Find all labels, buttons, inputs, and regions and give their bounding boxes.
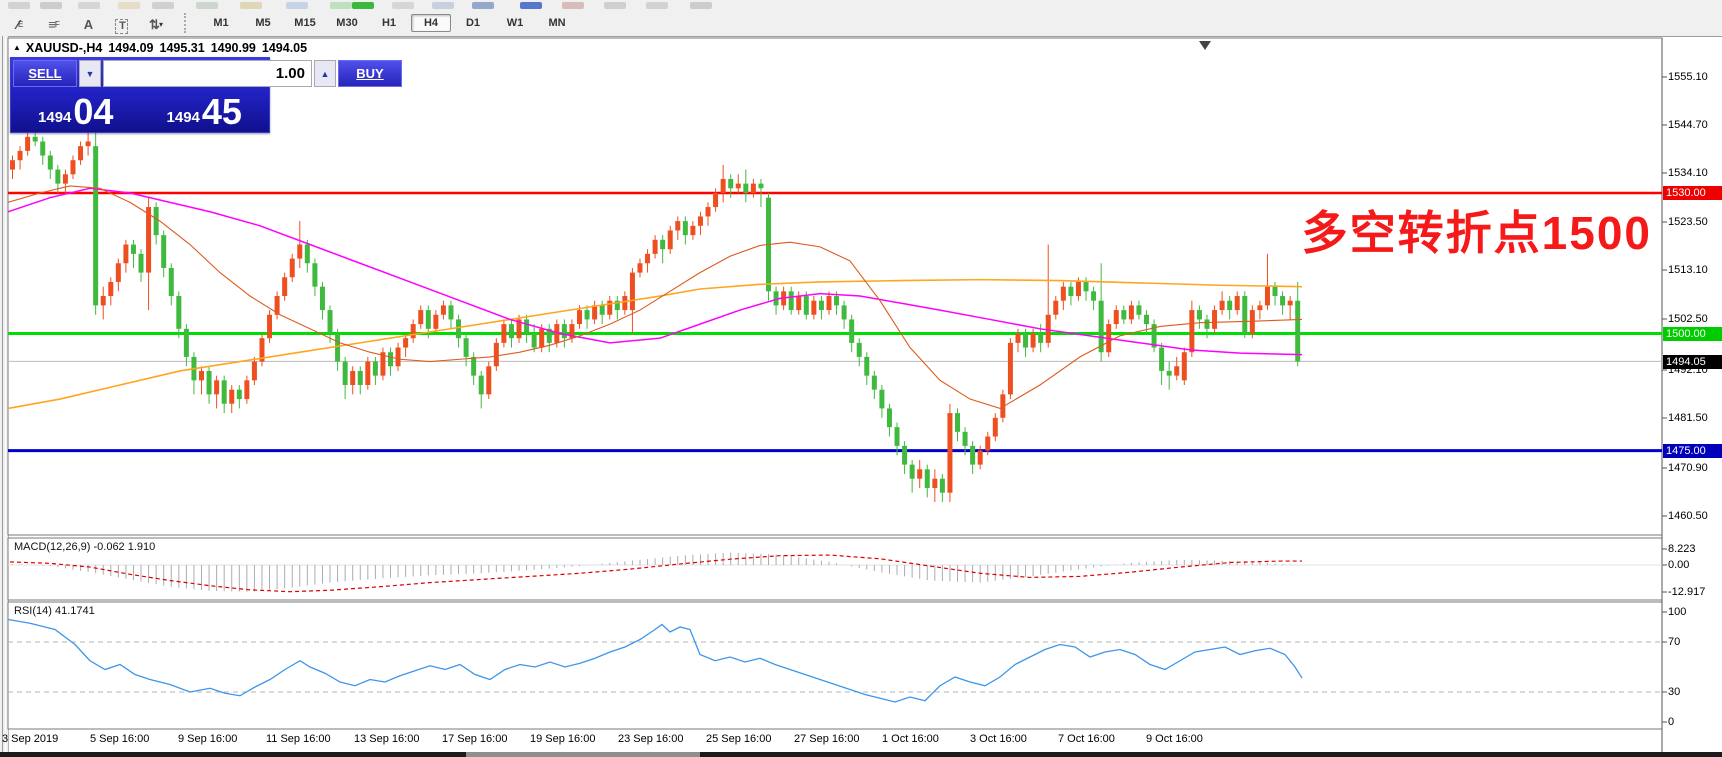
buy-button[interactable]: BUY: [338, 60, 402, 87]
scrollbar-segment: [0, 752, 466, 757]
time-label: 27 Sep 16:00: [794, 733, 859, 745]
quote-line: ▲ XAUUSD-,H4 1494.09 1495.31 1490.99 1494.05: [13, 41, 313, 55]
axis-label-1460.50: 1460.50: [1668, 510, 1708, 522]
axis-label-8.223: 8.223: [1668, 543, 1696, 555]
rsi-indicator-label: RSI(14) 41.1741: [14, 605, 95, 617]
scrollbar-segment: [466, 752, 700, 757]
sell-price-base: 1494: [38, 110, 71, 125]
axis-label-0: 0: [1668, 716, 1674, 728]
time-label: 13 Sep 16:00: [354, 733, 419, 745]
buy-price[interactable]: 1494 45: [142, 88, 268, 130]
axis-label-1544.70: 1544.70: [1668, 119, 1708, 131]
axis-label-1513.10: 1513.10: [1668, 264, 1708, 276]
horizontal-scrollbar[interactable]: [0, 752, 1722, 757]
time-label: 25 Sep 16:00: [706, 733, 771, 745]
symbol-timeframe: XAUUSD-,H4: [26, 41, 102, 55]
sell-price-pips: 04: [73, 97, 113, 127]
volume-input[interactable]: [103, 60, 312, 87]
sell-price[interactable]: 1494 04: [13, 88, 139, 130]
time-label: 3 Oct 16:00: [970, 733, 1027, 745]
time-label: 3 Sep 2019: [2, 733, 58, 745]
price-badge-1494.05: 1494.05: [1663, 355, 1722, 369]
axis-label-1523.50: 1523.50: [1668, 216, 1708, 228]
scrollbar-segment: [700, 752, 1722, 757]
quote-close: 1494.05: [262, 41, 307, 55]
quote-open: 1494.09: [108, 41, 153, 55]
one-click-trading-panel: SELL ▼ ▲ BUY 1494 04 1494 45: [10, 57, 270, 133]
quote-low: 1490.99: [211, 41, 256, 55]
time-label: 17 Sep 16:00: [442, 733, 507, 745]
time-label: 9 Sep 16:00: [178, 733, 237, 745]
axis-label-1555.10: 1555.10: [1668, 71, 1708, 83]
axis-label-100: 100: [1668, 606, 1686, 618]
axis-label-1502.50: 1502.50: [1668, 313, 1708, 325]
time-label: 7 Oct 16:00: [1058, 733, 1115, 745]
buy-price-base: 1494: [167, 110, 200, 125]
time-label: 9 Oct 16:00: [1146, 733, 1203, 745]
volume-increase-button[interactable]: ▲: [314, 60, 336, 87]
axis-label-30: 30: [1668, 686, 1680, 698]
rsi-pane-border: [8, 602, 1662, 729]
time-label: 5 Sep 16:00: [90, 733, 149, 745]
buy-price-pips: 45: [202, 97, 242, 127]
price-badge-1530.00: 1530.00: [1663, 186, 1722, 200]
axis-label-1534.10: 1534.10: [1668, 167, 1708, 179]
chart-annotation-text: 多空转折点1500: [1302, 197, 1652, 263]
quote-high: 1495.31: [160, 41, 205, 55]
price-badge-1500.00: 1500.00: [1663, 327, 1722, 341]
volume-decrease-button[interactable]: ▼: [79, 60, 101, 87]
axis-label-1470.90: 1470.90: [1668, 462, 1708, 474]
axis-label-70: 70: [1668, 636, 1680, 648]
time-label: 11 Sep 16:00: [266, 733, 331, 745]
axis-label--12.917: -12.917: [1668, 586, 1705, 598]
mt4-window: ∕∕E≡FAT⇅▾ M1M5M15M30H1H4D1W1MN ▲XAUUSD-,…: [0, 0, 1722, 757]
price-badge-1475.00: 1475.00: [1663, 444, 1722, 458]
time-label: 1 Oct 16:00: [882, 733, 939, 745]
macd-indicator-label: MACD(12,26,9) -0.062 1.910: [14, 541, 155, 553]
time-label: 19 Sep 16:00: [530, 733, 595, 745]
axis-label-0.00: 0.00: [1668, 559, 1689, 571]
time-label: 23 Sep 16:00: [618, 733, 683, 745]
panel-collapse-icon[interactable]: ▲: [13, 43, 21, 52]
sell-button[interactable]: SELL: [13, 60, 77, 87]
axis-label-1481.50: 1481.50: [1668, 412, 1708, 424]
